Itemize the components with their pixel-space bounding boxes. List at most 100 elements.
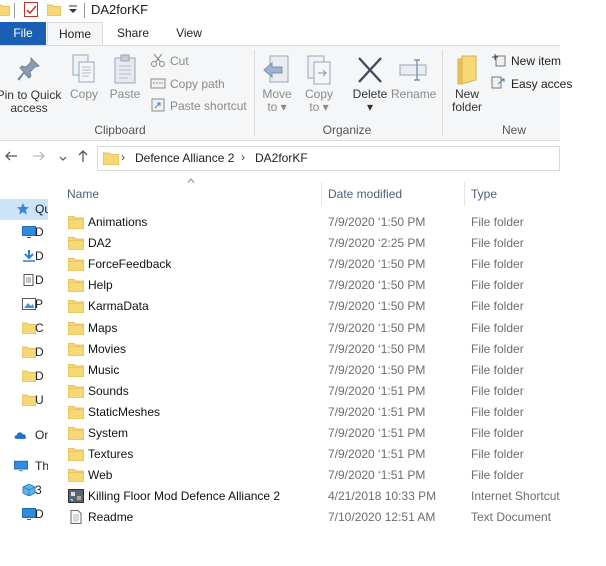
- pin-to-quick-access-button[interactable]: Pin to Quick access: [0, 54, 62, 115]
- folder-icon: [68, 300, 84, 314]
- new-item-button[interactable]: New item: [491, 52, 561, 70]
- this-pc-icon: [14, 460, 28, 472]
- column-divider[interactable]: [464, 182, 465, 206]
- paste-shortcut-button[interactable]: Paste shortcut: [150, 97, 247, 115]
- table-row[interactable]: DA2 7/9/2020 ‘2:25 PM File folder: [62, 233, 560, 254]
- tab-share[interactable]: Share: [104, 22, 162, 46]
- nav-item-downloads[interactable]: D: [0, 246, 48, 267]
- table-row[interactable]: StaticMeshes 7/9/2020 ‘1:51 PM File folder: [62, 402, 560, 423]
- file-date-modified: 7/9/2020 ‘1:51 PM: [328, 426, 426, 440]
- file-type: File folder: [471, 278, 524, 293]
- table-row[interactable]: Movies 7/9/2020 ‘1:50 PM File folder: [62, 339, 560, 360]
- pictures-icon: [22, 298, 36, 310]
- copy-to-icon: [307, 55, 331, 85]
- column-divider[interactable]: [321, 182, 322, 206]
- rename-button[interactable]: Rename: [391, 54, 437, 101]
- table-row[interactable]: Music 7/9/2020 ‘1:50 PM File folder: [62, 360, 560, 381]
- copy-to-label-2: to ▾: [309, 100, 329, 114]
- file-date-modified: 4/21/2018 10:33 PM: [328, 489, 437, 504]
- nav-item-folder[interactable]: U: [0, 390, 48, 411]
- file-type: Text Document: [471, 510, 552, 525]
- nav-item-onedrive[interactable]: On: [0, 425, 48, 446]
- quick-access-star-icon: [17, 203, 29, 215]
- nav-item-label: P: [35, 297, 44, 311]
- breadcrumb-chevron-icon[interactable]: ›: [241, 150, 245, 164]
- folder-icon: [68, 216, 84, 229]
- back-arrow-icon[interactable]: [4, 149, 18, 166]
- column-header-type[interactable]: Type: [471, 187, 497, 201]
- table-row[interactable]: System 7/9/2020 ‘1:51 PM File folder: [62, 423, 560, 444]
- file-name: Textures: [88, 447, 134, 462]
- properties-icon[interactable]: [24, 2, 38, 17]
- nav-item-label: D: [35, 345, 44, 359]
- breadcrumb-chevron-icon[interactable]: ›: [121, 150, 125, 164]
- breadcrumb-da2forkf[interactable]: DA2forKF: [255, 151, 308, 165]
- column-header-name[interactable]: Name: [67, 187, 99, 201]
- file-type: File folder: [471, 236, 524, 251]
- rename-label: Rename: [391, 87, 437, 101]
- table-row[interactable]: KarmaData 7/9/2020 ‘1:50 PM File folder: [62, 296, 560, 317]
- nav-item-this-pc[interactable]: Th: [0, 456, 48, 477]
- delete-button[interactable]: Delete ▾: [350, 54, 390, 114]
- nav-item-folder[interactable]: C: [0, 318, 48, 339]
- tab-view[interactable]: View: [162, 22, 216, 46]
- file-date-modified: 7/10/2020 12:51 AM: [328, 510, 436, 525]
- column-header-date-modified[interactable]: Date modified: [328, 187, 402, 201]
- navigation-pane: Qu D D D P C D D U On Th 3 D: [0, 174, 48, 566]
- file-type: File folder: [471, 257, 524, 272]
- up-arrow-icon[interactable]: [76, 149, 90, 166]
- table-row[interactable]: Web 7/9/2020 ‘1:51 PM File folder: [62, 465, 560, 486]
- file-type: File folder: [471, 426, 524, 440]
- nav-item-label: C: [35, 321, 44, 335]
- table-row[interactable]: Animations 7/9/2020 ‘1:50 PM File folder: [62, 212, 560, 233]
- table-row[interactable]: Textures 7/9/2020 ‘1:51 PM File folder: [62, 444, 560, 465]
- breadcrumb-defence-alliance-2[interactable]: Defence Alliance 2: [135, 151, 234, 165]
- recent-locations-chevron-icon[interactable]: [58, 151, 68, 167]
- nav-item-pictures[interactable]: P: [0, 294, 48, 315]
- table-row[interactable]: Maps 7/9/2020 ‘1:50 PM File folder: [62, 318, 560, 339]
- table-row[interactable]: ForceFeedback 7/9/2020 ‘1:50 PM File folde…: [62, 254, 560, 275]
- file-name: Movies: [88, 341, 127, 356]
- nav-item-label: On: [35, 428, 48, 442]
- cut-button[interactable]: Cut: [150, 52, 189, 70]
- nav-item-folder[interactable]: D: [0, 342, 48, 363]
- nav-item-quick-access[interactable]: Qu: [0, 199, 48, 220]
- file-date-modified: 7/9/2020 ‘1:50 PM: [328, 278, 426, 293]
- move-to-icon: [263, 55, 289, 83]
- nav-item-folder[interactable]: D: [0, 366, 48, 387]
- folder-icon: [103, 152, 119, 165]
- new-folder-button[interactable]: New folder: [446, 54, 488, 114]
- nav-item-label: Th: [35, 459, 48, 473]
- nav-item-documents[interactable]: D: [0, 270, 48, 291]
- file-list: Name Date modified Type Animations 7/9/20…: [48, 174, 560, 566]
- paste-button[interactable]: Paste: [106, 54, 144, 101]
- table-row[interactable]: Readme 7/10/2020 12:51 AM Text Document: [62, 507, 560, 528]
- table-row[interactable]: Help 7/9/2020 ‘1:50 PM File folder: [62, 275, 560, 296]
- copy-to-button[interactable]: Copy to ▾: [300, 54, 338, 114]
- address-bar[interactable]: › Defence Alliance 2 › DA2forKF: [97, 146, 560, 171]
- tab-file[interactable]: File: [0, 22, 46, 46]
- copy-path-button[interactable]: Copy path: [150, 75, 225, 93]
- file-type: File folder: [471, 447, 524, 462]
- table-row[interactable]: Killing Floor Mod Defence Alliance 2 4/21…: [62, 486, 560, 507]
- text-document-icon: [70, 510, 82, 525]
- navigation-bar: › Defence Alliance 2 › DA2forKF: [0, 143, 560, 173]
- folder-icon: [68, 363, 84, 377]
- nav-item-label: D: [35, 249, 44, 263]
- folder-icon: [68, 469, 84, 483]
- qat-dropdown-icon[interactable]: [67, 2, 79, 16]
- table-row[interactable]: Sounds 7/9/2020 ‘1:51 PM File folder: [62, 381, 560, 402]
- easy-access-button[interactable]: Easy acces: [491, 75, 572, 93]
- new-folder-icon[interactable]: [47, 3, 61, 16]
- copy-button[interactable]: Copy: [66, 54, 102, 101]
- tab-home[interactable]: Home: [47, 22, 103, 47]
- nav-item-3d-objects[interactable]: 3: [0, 480, 48, 501]
- nav-item-desktop[interactable]: D: [0, 504, 48, 525]
- nav-item-label: U: [35, 393, 44, 407]
- nav-item-desktop[interactable]: D: [0, 222, 48, 243]
- nav-item-label: D: [35, 369, 44, 383]
- forward-arrow-icon[interactable]: [32, 149, 46, 166]
- move-to-button[interactable]: Move to ▾: [258, 54, 296, 114]
- file-name: KarmaData: [88, 299, 149, 314]
- ribbon-separator: [442, 50, 443, 136]
